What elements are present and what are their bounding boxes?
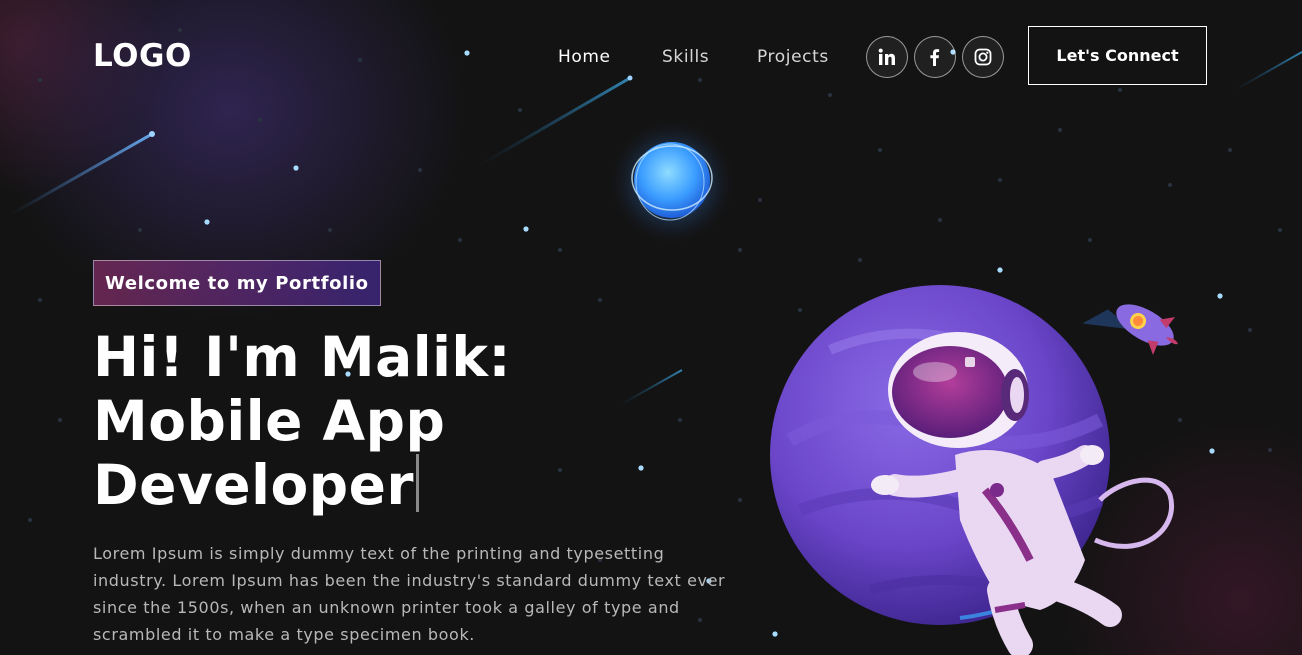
- headline-line-2: Mobile App: [93, 389, 446, 453]
- instagram-button[interactable]: [962, 36, 1004, 78]
- portfolio-page: LOGO Home Skills Projects Let's Connect …: [0, 0, 1302, 655]
- headline-line-3-text: Developer: [93, 453, 415, 517]
- nav-link-projects[interactable]: Projects: [757, 47, 829, 67]
- typing-cursor: [416, 454, 420, 512]
- facebook-button[interactable]: [914, 36, 956, 78]
- headline-line-1: Hi! I'm Malik:: [93, 325, 511, 389]
- hero-description: Lorem Ipsum is simply dummy text of the …: [93, 544, 726, 644]
- nav-link-skills[interactable]: Skills: [662, 47, 709, 67]
- nav-link-home[interactable]: Home: [558, 47, 611, 67]
- site-logo[interactable]: LOGO: [93, 38, 192, 74]
- welcome-tagline: Welcome to my Portfolio: [93, 260, 381, 306]
- instagram-icon: [974, 48, 992, 66]
- linkedin-icon: [878, 48, 895, 65]
- hero-headline: Hi! I'm Malik: Mobile App Developer: [93, 325, 653, 517]
- facebook-icon: [930, 49, 940, 66]
- linkedin-button[interactable]: [866, 36, 908, 78]
- lets-connect-button[interactable]: Let's Connect: [1028, 26, 1207, 85]
- headline-line-3: Developer: [93, 453, 653, 517]
